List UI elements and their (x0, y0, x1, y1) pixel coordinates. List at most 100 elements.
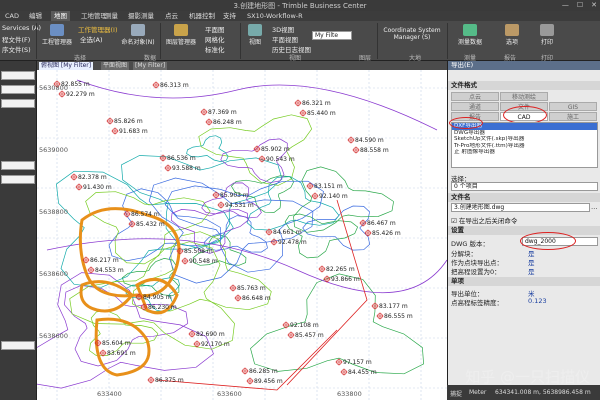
rename-icon (131, 24, 145, 36)
survey-data-button[interactable]: 测量数据 (450, 24, 490, 46)
cursor-coordinates: 634341.008 m, 5638986.458 m (495, 389, 591, 396)
elevation-label: 89.456 m (254, 378, 283, 385)
contour-line (121, 155, 283, 249)
elevation-label: 90.548 m (189, 258, 218, 265)
survey-icon (463, 24, 477, 36)
elevation-label: 88.558 m (360, 147, 389, 154)
left-panel-field[interactable] (1, 99, 35, 108)
tab-workflow[interactable]: SX10-Workflow-R (244, 11, 306, 21)
elevation-zero-label: 把高程设置为0： (451, 268, 501, 276)
elevation-label: 86.375 m (155, 377, 184, 384)
tab-survey[interactable]: 测量 (102, 11, 121, 21)
elevation-label: 85.432 m (136, 221, 165, 228)
coordinate-label: 633400 (97, 390, 122, 398)
maximize-icon[interactable]: ☐ (577, 1, 583, 9)
sequence-file-item[interactable]: 序文件(S) (2, 44, 31, 54)
elevation-label: 84.455 m (348, 369, 377, 376)
report-button[interactable]: 选项 (497, 24, 527, 46)
elevation-label: 85.604 m (102, 340, 131, 347)
coordinate-system-manager-button[interactable]: Coordinate System Manager (S) (380, 27, 444, 41)
elevation-label: 84.661 m (273, 229, 302, 236)
snap-status[interactable]: 捕捉 (450, 389, 462, 398)
elevation-label: 83.151 m (314, 183, 343, 190)
selection-field[interactable]: 0 个项目 (451, 182, 598, 191)
elevation-label: 83.691 m (107, 350, 136, 357)
minimize-icon[interactable]: — (562, 1, 569, 9)
layer-icon (174, 24, 188, 36)
format-item[interactable]: 正 射图像导出器 (452, 149, 597, 156)
tab-plan-view[interactable]: 平面视图 (101, 62, 130, 70)
plan-view-button[interactable]: 平面视图 (272, 34, 298, 44)
3d-view-button[interactable]: 3D视图 (272, 24, 294, 34)
dxf-highlight-circle (449, 117, 483, 129)
type-construction-button[interactable]: 施工 (549, 112, 597, 121)
unit-status: Meter (469, 389, 487, 396)
tab-filter[interactable]: [My Filter] (133, 62, 168, 70)
standard-button[interactable]: 标准化 (205, 44, 225, 54)
left-panel-field[interactable] (1, 71, 35, 80)
tab-support[interactable]: 支持 (220, 11, 239, 21)
elevation-label: 92.170 m (201, 341, 230, 348)
group-label-data: 数据 (143, 55, 156, 62)
layer-manager-button[interactable]: 图层管理器 (163, 24, 199, 46)
filter-select[interactable]: My Filte (312, 31, 352, 40)
tab-pointcloud[interactable]: 点云 (162, 11, 181, 21)
elevation-label: 86.313 m (160, 82, 189, 89)
viewport-button[interactable]: 视图 (243, 24, 267, 46)
elevation-label: 90.543 m (266, 156, 295, 163)
grid-button[interactable]: 网格化 (205, 34, 225, 44)
elevation-label: 82.690 m (196, 331, 225, 338)
file-type-label: 文件格式 (448, 81, 600, 90)
elevation-label: 92.140 m (319, 193, 348, 200)
tab-top-view[interactable]: 俯视图 [My Filter] (39, 62, 94, 70)
elevation-zero-value[interactable]: 是 (528, 266, 535, 276)
tab-photogrammetry[interactable]: 摄影测量 (125, 11, 157, 21)
group-label-report: 报告 (503, 55, 516, 62)
tab-edit[interactable]: 编辑 (26, 11, 45, 21)
select-all-button[interactable]: 全选(A) (80, 34, 103, 44)
left-panel-field[interactable] (1, 161, 35, 170)
rename-objects-button[interactable]: 命名对象(N) (120, 24, 156, 46)
contour-line (250, 273, 424, 375)
type-gis-button[interactable]: GIS (549, 102, 597, 111)
work-manager-button[interactable]: 工作管理器(I) (78, 24, 118, 34)
filename-input[interactable]: 3.创建地形图.dwg (451, 203, 590, 212)
highlight-region (94, 317, 151, 377)
project-manager-button[interactable]: 工程管理器 (40, 24, 74, 46)
left-panel-field[interactable] (1, 175, 35, 184)
precision-value[interactable]: 0.123 (528, 297, 547, 305)
elevation-label: 84.590 m (355, 137, 384, 144)
type-mobile-button[interactable]: 移动测绘 (500, 92, 548, 101)
left-panel-field[interactable] (1, 85, 35, 94)
group-label-measure: 测量 (463, 55, 476, 62)
elevation-label: 85.902 m (261, 146, 290, 153)
units-label: 单项 (448, 277, 600, 286)
group-label-print: 打印 (540, 55, 553, 62)
tab-machine[interactable]: 机器控制 (186, 11, 218, 21)
format-list[interactable]: DXF导出器 DWG导出器 SketchUp文件(.skp)导出器 Tr-Pro… (451, 122, 598, 168)
plan-button[interactable]: 平面图 (205, 24, 225, 34)
group-label-view: 视图 (288, 55, 301, 62)
type-channel-button[interactable]: 通道 (451, 102, 499, 111)
elevation-label: 92.478 m (278, 239, 307, 246)
tab-map[interactable]: 地图 (51, 11, 70, 21)
elevation-label: 85.903 m (220, 192, 249, 199)
elevation-label: 91.683 m (119, 128, 148, 135)
browse-icon[interactable]: … (591, 203, 598, 211)
print-button[interactable]: 打印 (532, 24, 562, 46)
title-bar: 3.创建地形图 - Trimble Business Center — ☐ ✕ (0, 0, 600, 11)
left-panel-field[interactable] (1, 341, 35, 350)
elevation-label: 85.763 m (237, 285, 266, 292)
coordinate-label: 633800 (337, 390, 362, 398)
coordinate-label: 5639000 (39, 146, 68, 154)
elevation-label: 85.508 m (184, 248, 213, 255)
close-icon[interactable]: ✕ (591, 1, 597, 9)
group-label-coord: 大地 (408, 55, 421, 62)
close-after-export-checkbox[interactable]: ☑ 在导出之后关闭命令 (451, 215, 517, 225)
tab-cad[interactable]: CAD (2, 11, 22, 21)
watermark: 知乎 @一只扫描仪 (465, 368, 590, 386)
map-canvas[interactable]: 82.855 m 85.826 m 86.536 m 85.903 m 84.661 m… (37, 70, 447, 400)
type-pointcloud-button[interactable]: 点云 (451, 92, 499, 101)
contour-line (121, 258, 180, 297)
project-file-item[interactable]: 程文件(F) (2, 34, 30, 44)
